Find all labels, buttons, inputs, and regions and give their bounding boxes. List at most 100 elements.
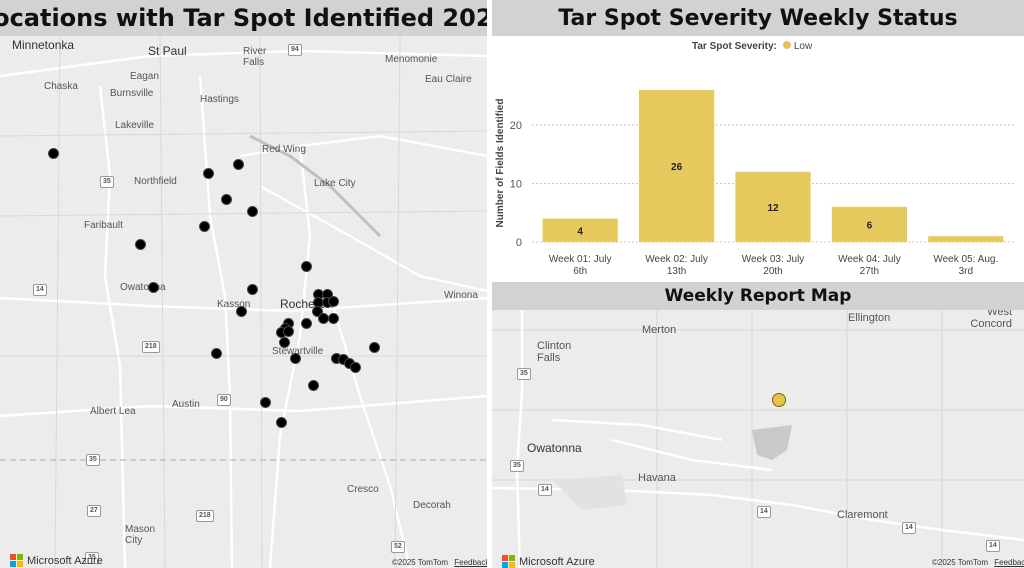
- microsoft-logo-icon: [10, 554, 23, 567]
- weekly-map-title: Weekly Report Map: [492, 282, 1024, 310]
- chart-title: Tar Spot Severity Weekly Status: [492, 0, 1024, 36]
- left-map-panel: Locations with Tar Spot Identified 2025 …: [0, 0, 487, 568]
- bar-chart: 0 10 20 Number of Fields Identified 4 Week 01…: [495, 89, 1014, 277]
- tar-spot-point[interactable]: [232, 158, 244, 170]
- place-label: Chaska: [44, 81, 78, 92]
- place-label: Burnsville: [110, 88, 154, 99]
- tar-spot-point[interactable]: [368, 341, 380, 353]
- place-label: West Concord: [970, 310, 1012, 330]
- tar-spot-point[interactable]: [202, 167, 214, 179]
- place-label: Eau Claire: [425, 74, 472, 85]
- tar-spot-point[interactable]: [246, 205, 258, 217]
- feedback-link[interactable]: Feedback: [994, 558, 1024, 567]
- tar-spot-point[interactable]: [349, 361, 361, 373]
- highway-shield: 94: [288, 44, 302, 56]
- highway-shield: 35: [86, 454, 100, 466]
- weekly-report-location[interactable]: [772, 393, 786, 407]
- highway-shield: 35: [100, 176, 114, 188]
- highway-shield: 14: [902, 522, 916, 534]
- highway-shield: 14: [33, 284, 47, 296]
- place-label: Austin: [172, 399, 200, 410]
- place-label: Merton: [642, 324, 677, 336]
- place-label: Cresco: [347, 484, 379, 495]
- map-credit: ©2025 TomTom Feedback: [932, 558, 1024, 567]
- tar-spot-point[interactable]: [147, 281, 159, 293]
- tar-spot-point[interactable]: [278, 336, 290, 348]
- place-label: St Paul: [148, 44, 187, 58]
- tar-spot-point[interactable]: [235, 305, 247, 317]
- highway-shield: 52: [391, 541, 405, 553]
- tar-spot-point[interactable]: [289, 352, 301, 364]
- bar-data-label: 26: [671, 162, 683, 173]
- place-label: Menomonie: [385, 54, 438, 65]
- x-tick-label: Week 05: Aug. 3rd: [933, 254, 998, 277]
- place-label: Mason City: [125, 524, 156, 546]
- tar-spot-point[interactable]: [275, 416, 287, 428]
- copyright-text: ©2025 TomTom: [392, 558, 448, 567]
- tar-spot-point[interactable]: [134, 238, 146, 250]
- left-map-canvas[interactable]: Minnetonka St Paul Eagan Chaska Burnsvil…: [0, 36, 487, 568]
- tar-spot-point[interactable]: [259, 396, 271, 408]
- place-label: Lakeville: [115, 120, 154, 131]
- x-tick-label: Week 01: July 6th: [549, 254, 612, 277]
- x-tick-label: Week 03: July 20th: [742, 254, 805, 277]
- y-axis-label: Number of Fields Identified: [495, 99, 506, 228]
- highway-shield: 35: [517, 368, 531, 380]
- x-tick-label: Week 02: July 13th: [645, 254, 708, 277]
- highway-shield: 27: [87, 505, 101, 517]
- left-map-title: Locations with Tar Spot Identified 2025: [0, 0, 487, 36]
- tar-spot-point[interactable]: [317, 312, 329, 324]
- bar-data-label: 12: [767, 203, 779, 214]
- tar-spot-point[interactable]: [307, 379, 319, 391]
- place-label: Albert Lea: [90, 406, 136, 417]
- place-label: Winona: [444, 290, 478, 301]
- highway-shield: 14: [986, 540, 1000, 552]
- bar[interactable]: [928, 236, 1004, 242]
- place-label: Ellington: [848, 312, 891, 324]
- tar-spot-point[interactable]: [220, 193, 232, 205]
- tar-spot-point[interactable]: [246, 283, 258, 295]
- tar-spot-point[interactable]: [300, 260, 312, 272]
- map-credit: ©2025 TomTom Feedback: [392, 558, 487, 567]
- microsoft-azure-logo: Microsoft Azure: [10, 554, 103, 567]
- place-label: Red Wing: [262, 144, 306, 155]
- place-label: Minnetonka: [12, 38, 75, 52]
- highway-shield: 218: [142, 341, 160, 353]
- place-label: Decorah: [413, 500, 451, 511]
- place-label: River Falls: [243, 46, 267, 68]
- place-label: Lake City: [314, 178, 356, 189]
- place-label: Owatonna: [527, 441, 582, 455]
- microsoft-azure-logo: Microsoft Azure: [502, 555, 595, 568]
- bar-data-label: 6: [867, 220, 873, 231]
- tar-spot-point[interactable]: [327, 295, 339, 307]
- weekly-map-canvas[interactable]: Merton Ellington West Concord Clinton Fa…: [492, 310, 1024, 568]
- tar-spot-point[interactable]: [327, 312, 339, 324]
- microsoft-logo-icon: [502, 555, 515, 568]
- copyright-text: ©2025 TomTom: [932, 558, 988, 567]
- highway-shield: 14: [538, 484, 552, 496]
- tar-spot-point[interactable]: [47, 147, 59, 159]
- tar-spot-point[interactable]: [210, 347, 222, 359]
- place-label: Eagan: [130, 71, 159, 82]
- place-label: Clinton Falls: [537, 340, 572, 364]
- tar-spot-point[interactable]: [300, 317, 312, 329]
- highway-shield: 218: [196, 510, 214, 522]
- x-tick-label: Week 04: July 27th: [838, 254, 901, 277]
- place-label: Northfield: [134, 176, 177, 187]
- y-tick-label: 0: [516, 237, 522, 249]
- tar-spot-point[interactable]: [198, 220, 210, 232]
- brand-label: Microsoft Azure: [27, 554, 103, 567]
- highway-shield: 90: [217, 394, 231, 406]
- highway-shield: 35: [510, 460, 524, 472]
- place-label: Faribault: [84, 220, 123, 231]
- place-label: Havana: [638, 472, 676, 484]
- feedback-link[interactable]: Feedback: [454, 558, 487, 567]
- chart-panel: Tar Spot Severity Weekly Status Tar Spot…: [492, 0, 1024, 282]
- tar-spot-point[interactable]: [282, 325, 294, 337]
- bar-data-label: 4: [577, 226, 583, 237]
- y-tick-label: 20: [510, 120, 522, 132]
- place-label: Hastings: [200, 94, 239, 105]
- place-label: Owatonna: [120, 282, 166, 293]
- weekly-map-panel: Weekly Report Map Merton Ellington West …: [492, 282, 1024, 568]
- highway-shield: 14: [757, 506, 771, 518]
